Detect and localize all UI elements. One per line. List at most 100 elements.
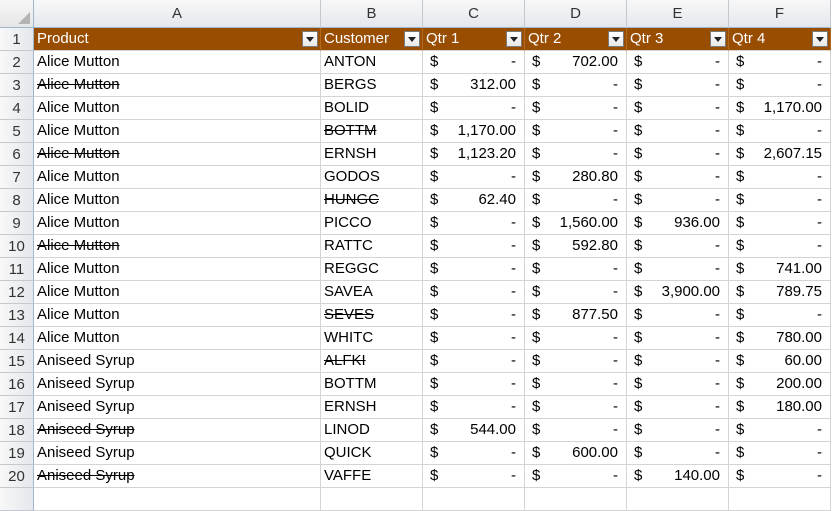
cell-qtr-1[interactable]: $ - bbox=[423, 281, 525, 304]
cell-product[interactable]: Alice Mutton bbox=[34, 212, 321, 235]
cell-qtr-3[interactable]: $ - bbox=[627, 166, 729, 189]
row-header[interactable]: 11 bbox=[0, 258, 34, 281]
cell-qtr-3[interactable]: $936.00 bbox=[627, 212, 729, 235]
cell-product[interactable]: Alice Mutton bbox=[34, 51, 321, 74]
cell-qtr-3[interactable]: $ - bbox=[627, 235, 729, 258]
header-cell-customer[interactable]: Customer bbox=[321, 28, 423, 51]
cell-product[interactable]: Alice Mutton bbox=[34, 166, 321, 189]
row-header[interactable]: 6 bbox=[0, 143, 34, 166]
row-header[interactable]: 8 bbox=[0, 189, 34, 212]
cell-customer[interactable]: BERGS bbox=[321, 74, 423, 97]
cell-empty[interactable] bbox=[321, 488, 423, 511]
cell-customer[interactable]: LINOD bbox=[321, 419, 423, 442]
cell-qtr-1[interactable]: $ - bbox=[423, 350, 525, 373]
cell-product[interactable]: Aniseed Syrup bbox=[34, 442, 321, 465]
cell-qtr-1[interactable]: $ - bbox=[423, 304, 525, 327]
cell-customer[interactable]: VAFFE bbox=[321, 465, 423, 488]
row-header[interactable]: 18 bbox=[0, 419, 34, 442]
cell-product[interactable]: Aniseed Syrup bbox=[34, 373, 321, 396]
cell-qtr-4[interactable]: $ - bbox=[729, 189, 831, 212]
cell-qtr-3[interactable]: $ - bbox=[627, 258, 729, 281]
cell-qtr-2[interactable]: $ - bbox=[525, 120, 627, 143]
cell-qtr-4[interactable]: $2,607.15 bbox=[729, 143, 831, 166]
cell-product[interactable]: Alice Mutton bbox=[34, 304, 321, 327]
cell-empty[interactable] bbox=[34, 488, 321, 511]
row-header[interactable]: 12 bbox=[0, 281, 34, 304]
cell-customer[interactable]: RATTC bbox=[321, 235, 423, 258]
cell-qtr-3[interactable]: $ - bbox=[627, 373, 729, 396]
cell-product[interactable]: Alice Mutton bbox=[34, 120, 321, 143]
cell-qtr-2[interactable]: $702.00 bbox=[525, 51, 627, 74]
cell-qtr-1[interactable]: $ - bbox=[423, 258, 525, 281]
cell-customer[interactable]: SEVES bbox=[321, 304, 423, 327]
header-cell-qtr-1[interactable]: Qtr 1 bbox=[423, 28, 525, 51]
cell-qtr-1[interactable]: $ - bbox=[423, 166, 525, 189]
cell-qtr-4[interactable]: $789.75 bbox=[729, 281, 831, 304]
cell-empty[interactable] bbox=[729, 488, 831, 511]
cell-customer[interactable]: QUICK bbox=[321, 442, 423, 465]
cell-qtr-3[interactable]: $ - bbox=[627, 304, 729, 327]
cell-qtr-3[interactable]: $ - bbox=[627, 189, 729, 212]
cell-qtr-2[interactable]: $ - bbox=[525, 465, 627, 488]
filter-dropdown-button[interactable] bbox=[812, 31, 828, 47]
cell-customer[interactable]: BOLID bbox=[321, 97, 423, 120]
cell-product[interactable]: Alice Mutton bbox=[34, 143, 321, 166]
cell-customer[interactable]: GODOS bbox=[321, 166, 423, 189]
cell-qtr-2[interactable]: $877.50 bbox=[525, 304, 627, 327]
cell-qtr-2[interactable]: $ - bbox=[525, 143, 627, 166]
row-header[interactable]: 5 bbox=[0, 120, 34, 143]
cell-qtr-3[interactable]: $ - bbox=[627, 327, 729, 350]
cell-qtr-4[interactable]: $ - bbox=[729, 419, 831, 442]
cell-product[interactable]: Alice Mutton bbox=[34, 189, 321, 212]
cell-qtr-3[interactable]: $ - bbox=[627, 396, 729, 419]
cell-qtr-2[interactable]: $1,560.00 bbox=[525, 212, 627, 235]
cell-product[interactable]: Alice Mutton bbox=[34, 97, 321, 120]
cell-qtr-3[interactable]: $3,900.00 bbox=[627, 281, 729, 304]
cell-customer[interactable]: ANTON bbox=[321, 51, 423, 74]
row-header[interactable]: 9 bbox=[0, 212, 34, 235]
filter-dropdown-button[interactable] bbox=[710, 31, 726, 47]
row-header[interactable]: 19 bbox=[0, 442, 34, 465]
cell-customer[interactable]: SAVEA bbox=[321, 281, 423, 304]
cell-qtr-3[interactable]: $ - bbox=[627, 419, 729, 442]
row-header[interactable]: 17 bbox=[0, 396, 34, 419]
cell-qtr-1[interactable]: $ - bbox=[423, 51, 525, 74]
cell-product[interactable]: Aniseed Syrup bbox=[34, 350, 321, 373]
column-header-b[interactable]: B bbox=[321, 0, 423, 28]
cell-qtr-4[interactable]: $ - bbox=[729, 212, 831, 235]
cell-qtr-1[interactable]: $544.00 bbox=[423, 419, 525, 442]
cell-qtr-1[interactable]: $ - bbox=[423, 97, 525, 120]
cell-qtr-3[interactable]: $ - bbox=[627, 120, 729, 143]
row-header[interactable]: 2 bbox=[0, 51, 34, 74]
cell-qtr-1[interactable]: $ - bbox=[423, 373, 525, 396]
cell-qtr-2[interactable]: $ - bbox=[525, 97, 627, 120]
cell-qtr-3[interactable]: $ - bbox=[627, 143, 729, 166]
column-header-a[interactable]: A bbox=[34, 0, 321, 28]
row-header[interactable]: 10 bbox=[0, 235, 34, 258]
cell-qtr-1[interactable]: $ - bbox=[423, 442, 525, 465]
cell-qtr-1[interactable]: $62.40 bbox=[423, 189, 525, 212]
cell-qtr-2[interactable]: $280.80 bbox=[525, 166, 627, 189]
row-header[interactable]: 7 bbox=[0, 166, 34, 189]
filter-dropdown-button[interactable] bbox=[404, 31, 420, 47]
header-cell-qtr-3[interactable]: Qtr 3 bbox=[627, 28, 729, 51]
cell-qtr-3[interactable]: $ - bbox=[627, 442, 729, 465]
cell-qtr-4[interactable]: $ - bbox=[729, 51, 831, 74]
cell-empty[interactable] bbox=[627, 488, 729, 511]
cell-qtr-1[interactable]: $ - bbox=[423, 396, 525, 419]
row-header[interactable]: 3 bbox=[0, 74, 34, 97]
cell-customer[interactable]: WHITC bbox=[321, 327, 423, 350]
cell-product[interactable]: Aniseed Syrup bbox=[34, 419, 321, 442]
cell-qtr-2[interactable]: $600.00 bbox=[525, 442, 627, 465]
cell-qtr-2[interactable]: $ - bbox=[525, 350, 627, 373]
cell-qtr-2[interactable]: $592.80 bbox=[525, 235, 627, 258]
cell-empty[interactable] bbox=[525, 488, 627, 511]
cell-qtr-3[interactable]: $ - bbox=[627, 74, 729, 97]
cell-qtr-1[interactable]: $ - bbox=[423, 465, 525, 488]
column-header-d[interactable]: D bbox=[525, 0, 627, 28]
cell-qtr-1[interactable]: $ - bbox=[423, 327, 525, 350]
filter-dropdown-button[interactable] bbox=[608, 31, 624, 47]
filter-dropdown-button[interactable] bbox=[302, 31, 318, 47]
cell-qtr-3[interactable]: $ - bbox=[627, 51, 729, 74]
header-cell-qtr-4[interactable]: Qtr 4 bbox=[729, 28, 831, 51]
